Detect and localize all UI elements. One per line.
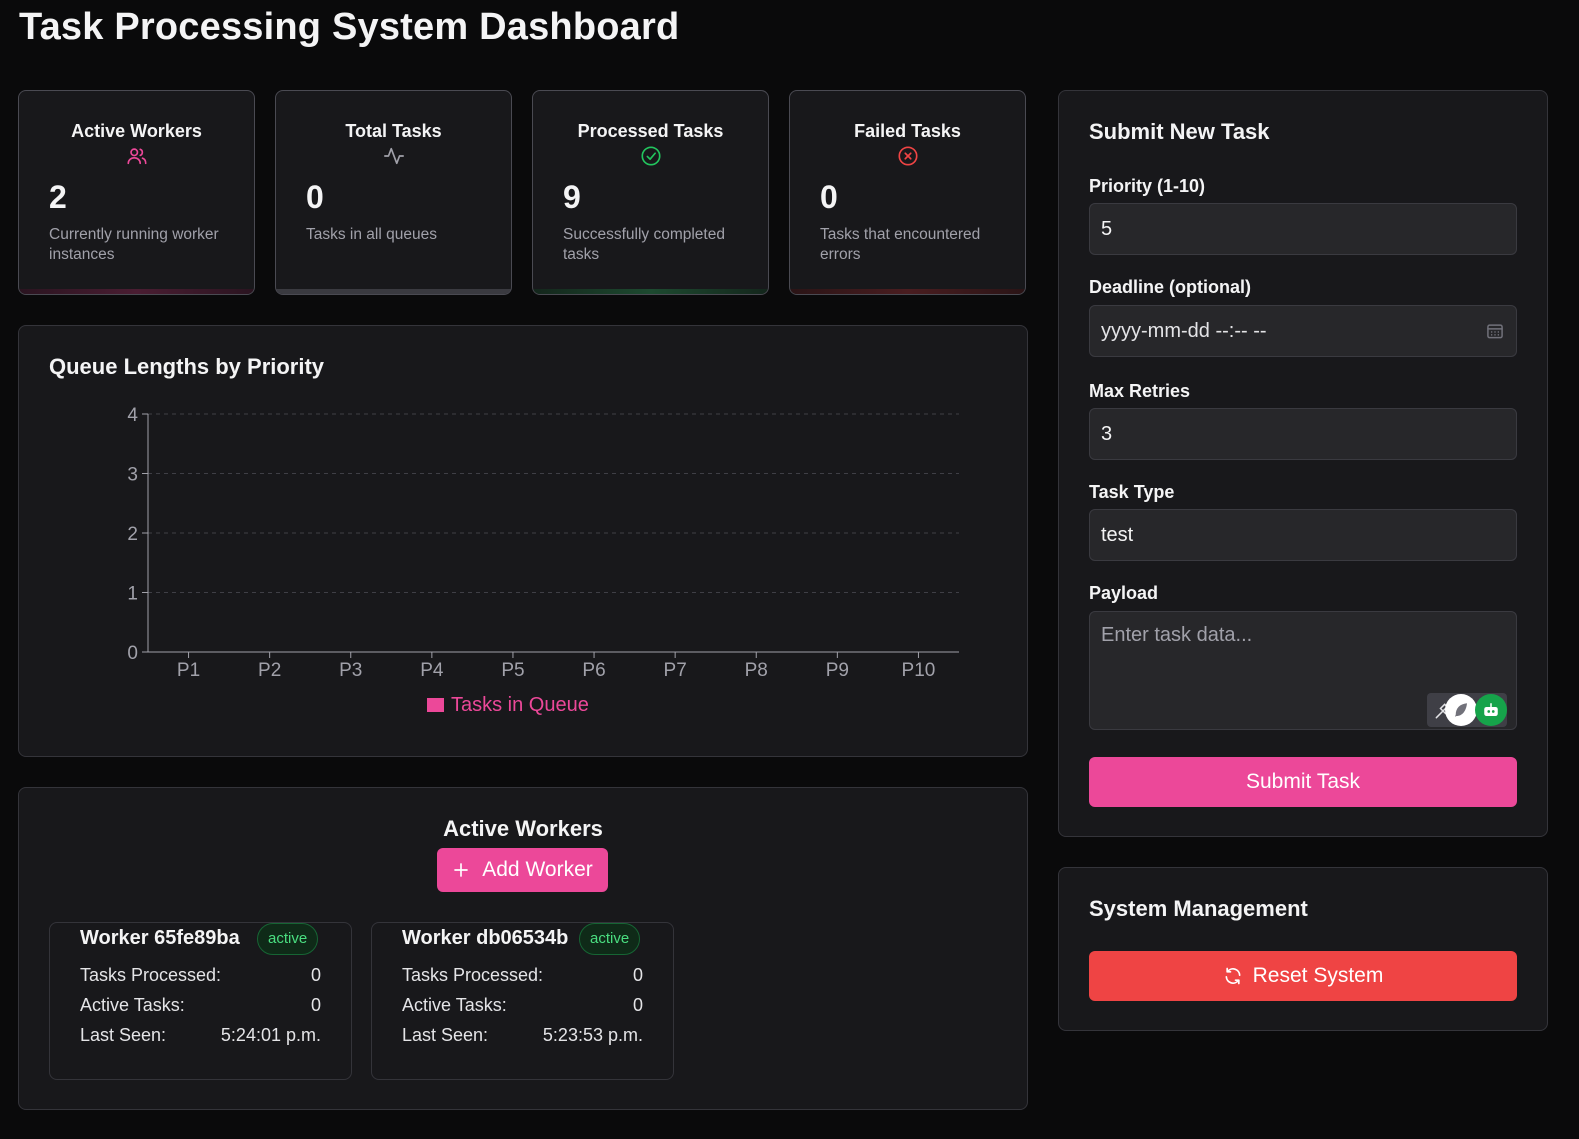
row-label: Tasks Processed: (402, 965, 544, 985)
row-value: 5:24:01 p.m. (220, 1025, 321, 1045)
reset-system-button[interactable]: Reset System (1089, 951, 1517, 1001)
stat-accent-bar (790, 289, 1025, 294)
y-tick-label: 4 (127, 405, 138, 426)
worker-name: Worker db06534b (402, 927, 569, 949)
feather-badge[interactable] (1445, 694, 1477, 726)
users-icon (126, 148, 147, 165)
worker-name: Worker 65fe89ba (80, 927, 240, 949)
stat-description: Successfully completed tasks (563, 226, 725, 263)
row-label: Active Tasks: (402, 995, 507, 1015)
stat-title: Total Tasks (345, 121, 442, 141)
refresh-icon (1225, 967, 1241, 985)
stat-accent-bar (276, 289, 511, 294)
x-tick-label: P8 (745, 660, 768, 681)
add-worker-button[interactable]: Add Worker (437, 848, 608, 892)
deadline-placeholder: yyyy-mm-dd --:-- -- (1101, 319, 1267, 342)
worker-row-last-seen: Last Seen: 5:23:53 p.m. (402, 1025, 643, 1049)
x-tick-label: P9 (826, 660, 849, 681)
stat-title: Failed Tasks (854, 121, 961, 141)
payload-label: Payload (1089, 583, 1159, 603)
chart-legend[interactable]: Tasks in Queue (427, 694, 589, 716)
deadline-label: Deadline (optional) (1089, 277, 1251, 297)
x-tick-label: P10 (902, 660, 936, 681)
calendar-icon[interactable] (1485, 321, 1505, 341)
row-value: 0 (632, 995, 643, 1015)
task-type-label: Task Type (1089, 482, 1175, 502)
x-tick-label: P2 (258, 660, 281, 681)
x-tick-label: P3 (339, 660, 362, 681)
worker-card: Worker 65fe89ba active Tasks Processed: … (49, 922, 352, 1080)
stat-accent-bar (533, 289, 768, 294)
deadline-input[interactable]: yyyy-mm-dd --:-- -- (1089, 305, 1517, 357)
form-title: Submit New Task (1089, 119, 1270, 144)
legend-label: Tasks in Queue (451, 694, 589, 716)
stat-card-processed-tasks: Processed Tasks 9 Successfully completed… (532, 90, 769, 295)
stat-value: 0 (820, 179, 838, 215)
worker-row-processed: Tasks Processed: 0 (80, 965, 321, 989)
reset-system-label: Reset System (1252, 964, 1384, 987)
page-title: Task Processing System Dashboard (19, 6, 680, 48)
stat-value: 9 (563, 179, 581, 215)
max-retries-input[interactable] (1089, 408, 1517, 460)
activity-icon (383, 147, 404, 165)
y-tick-label: 0 (127, 643, 138, 664)
stat-value: 0 (306, 179, 324, 215)
stat-description: Currently running worker instances (49, 226, 219, 263)
row-label: Active Tasks: (80, 995, 185, 1015)
stat-description: Tasks that encountered errors (820, 226, 981, 263)
row-value: 0 (310, 965, 321, 985)
stat-value: 2 (49, 179, 67, 215)
worker-card: Worker db06534b active Tasks Processed: … (371, 922, 674, 1080)
y-tick-label: 2 (127, 524, 138, 545)
check-circle-icon (640, 146, 661, 166)
task-type-input[interactable] (1089, 509, 1517, 561)
queue-chart-card: Queue Lengths by Priority 0 1 2 3 4 P1 P2 P3 P4 P… (18, 325, 1028, 757)
max-retries-label: Max Retries (1089, 381, 1191, 401)
y-tick-label: 3 (127, 465, 138, 486)
stat-card-active-workers: Active Workers 2 Currently running worke… (18, 90, 255, 295)
row-value: 0 (632, 965, 643, 985)
legend-swatch (427, 698, 444, 712)
plus-icon (454, 863, 469, 877)
submit-task-label: Submit Task (1246, 770, 1360, 793)
x-tick-label: P7 (664, 660, 687, 681)
stat-accent-bar (19, 289, 254, 294)
queue-chart: 0 1 2 3 4 P1 P2 P3 P4 P5 P6 P7 P8 P9 P10 Tasks in Queu… (127, 405, 959, 716)
priority-label: Priority (1-10) (1089, 176, 1206, 196)
priority-input[interactable] (1089, 203, 1517, 255)
row-value: 5:23:53 p.m. (542, 1025, 643, 1045)
stat-description: Tasks in all queues (306, 226, 437, 243)
x-tick-label: P5 (501, 660, 524, 681)
submit-task-card: Submit New Task Priority (1-10) Deadline… (1058, 90, 1548, 837)
worker-row-active: Active Tasks: 0 (80, 995, 321, 1019)
stat-title: Active Workers (71, 121, 202, 141)
assistant-badge[interactable] (1475, 694, 1507, 726)
row-value: 0 (310, 995, 321, 1015)
x-circle-icon (897, 146, 918, 166)
row-label: Last Seen: (80, 1025, 167, 1045)
status-badge: active (257, 923, 319, 955)
worker-row-processed: Tasks Processed: 0 (402, 965, 643, 989)
x-tick-label: P6 (582, 660, 605, 681)
status-badge: active (579, 923, 641, 955)
system-management-card: System Management Reset System (1058, 867, 1548, 1031)
add-worker-label: Add Worker (482, 858, 593, 881)
row-label: Tasks Processed: (80, 965, 222, 985)
workers-section-title: Active Workers (443, 816, 603, 841)
robot-icon (1484, 703, 1498, 716)
feather-icon (1455, 703, 1467, 717)
writing-assistant-widget[interactable] (1427, 693, 1507, 727)
stat-card-total-tasks: Total Tasks 0 Tasks in all queues (275, 90, 512, 295)
active-workers-card: Active Workers Add Worker Worker 65fe89b… (18, 787, 1028, 1110)
submit-task-button[interactable]: Submit Task (1089, 757, 1517, 807)
system-management-title: System Management (1089, 896, 1308, 921)
x-tick-label: P4 (420, 660, 444, 681)
worker-row-last-seen: Last Seen: 5:24:01 p.m. (80, 1025, 321, 1049)
y-tick-label: 1 (127, 584, 138, 605)
stat-title: Processed Tasks (577, 121, 724, 141)
row-label: Last Seen: (402, 1025, 489, 1045)
stat-card-failed-tasks: Failed Tasks 0 Tasks that encountered er… (789, 90, 1026, 295)
worker-row-active: Active Tasks: 0 (402, 995, 643, 1019)
x-tick-label: P1 (177, 660, 200, 681)
